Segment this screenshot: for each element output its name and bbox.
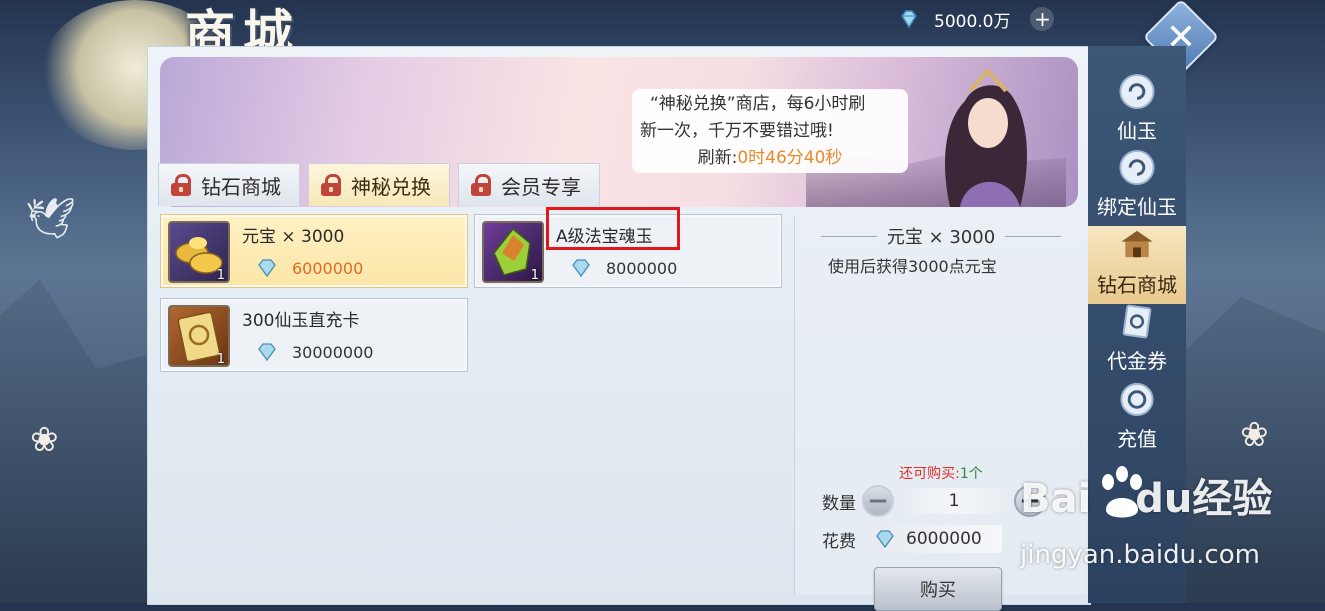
shop-panel: “神秘兑换”商店，每6小时刷 新一次，千万不要错过哦! 刷新:0时46分40秒 …	[147, 46, 1091, 611]
detail-description: 使用后获得3000点元宝	[828, 257, 997, 276]
cost-label: 花费	[822, 531, 856, 552]
item-price-value: 6000000	[292, 258, 364, 278]
shop-item-recharge-card[interactable]: 1 300仙玉直充卡 30000000	[160, 298, 468, 372]
sidebar-item-label: 代金券	[1107, 349, 1167, 373]
npc-portrait	[945, 68, 1027, 207]
diamond-icon	[876, 530, 894, 549]
shop-tabs: 钻石商城 神秘兑换 会员专享	[158, 163, 600, 207]
watermark-url: jingyan.baidu.com	[1020, 540, 1260, 570]
sidebar-item-label: 钻石商城	[1097, 273, 1177, 297]
mountain-left	[0, 279, 160, 603]
quantity-label: 数量	[822, 493, 856, 514]
sidebar-item-label: 仙玉	[1117, 119, 1157, 143]
sidebar-item-recharge[interactable]: 充值	[1088, 380, 1186, 458]
remaining-count: 1个	[959, 466, 983, 482]
jade-swirl-icon	[1119, 73, 1155, 110]
sidebar-item-jade[interactable]: 仙玉	[1088, 72, 1186, 150]
divider	[1005, 235, 1062, 237]
item-price: 6000000	[256, 258, 363, 278]
item-quantity: 1	[216, 268, 225, 283]
item-name: 元宝 × 3000	[242, 227, 345, 247]
tab-vip-exclusive[interactable]: 会员专享	[458, 163, 600, 206]
diamond-icon	[572, 259, 590, 278]
tab-label: 会员专享	[501, 174, 581, 199]
tab-label: 钻石商城	[201, 174, 281, 199]
diamond-icon	[258, 343, 276, 362]
item-name: 300仙玉直充卡	[242, 311, 360, 331]
tab-label: 神秘兑换	[351, 174, 431, 199]
lock-icon	[471, 174, 491, 196]
sidebar-item-voucher[interactable]: 代金券	[1088, 302, 1186, 380]
item-price-value: 8000000	[606, 258, 678, 278]
quantity-stepper: − 1 +	[862, 485, 1046, 517]
lotus-left-decoration: ❀	[30, 420, 59, 460]
refresh-time: 0时46分40秒	[737, 148, 843, 168]
sidebar-item-diamond-shop[interactable]: 钻石商城	[1088, 226, 1186, 304]
sidebar-item-label: 绑定仙玉	[1097, 195, 1177, 219]
recharge-card-icon: 1	[168, 305, 230, 367]
decrease-button[interactable]: −	[862, 485, 894, 517]
add-currency-button[interactable]: +	[1030, 7, 1055, 31]
divider	[820, 235, 877, 237]
item-price: 8000000	[570, 258, 677, 278]
shop-item-gold[interactable]: 1 元宝 × 3000 6000000	[160, 214, 468, 288]
sidebar-item-label: 充值	[1117, 427, 1157, 451]
cost-row: 花费 6000000	[822, 525, 1002, 553]
currency-bar: 5000.0万 +	[898, 5, 1055, 33]
quantity-row: 数量 − 1 +	[822, 485, 1046, 517]
diamond-icon	[901, 10, 917, 29]
tab-diamond-shop[interactable]: 钻石商城	[158, 163, 300, 206]
highlight-box	[546, 207, 680, 250]
sidebar-item-bound-jade[interactable]: 绑定仙玉	[1088, 148, 1186, 226]
cost-value: 6000000	[906, 529, 982, 549]
crane-decoration: 🕊	[25, 196, 76, 242]
recharge-icon	[1120, 382, 1154, 417]
remaining-label: 还可购买:	[899, 466, 960, 482]
item-quantity: 1	[530, 268, 539, 283]
soul-jade-icon: 1	[482, 221, 544, 283]
lock-icon	[321, 174, 341, 196]
voucher-icon	[1122, 304, 1152, 339]
notice-line-1: “神秘兑换”商店，每6小时刷	[650, 94, 866, 114]
diamond-icon	[258, 259, 276, 278]
item-quantity: 1	[216, 352, 225, 367]
cost-box: 6000000	[866, 525, 1002, 553]
item-price: 30000000	[256, 342, 373, 362]
lock-icon	[171, 174, 191, 196]
item-detail-panel: 元宝 × 3000 使用后获得3000点元宝 还可购买:1个 数量 − 1 + …	[794, 215, 1087, 611]
item-price-value: 30000000	[292, 342, 374, 362]
lotus-right-decoration: ❀	[1240, 415, 1269, 455]
detail-title-text: 元宝 × 3000	[886, 227, 996, 248]
gold-ingot-icon: 1	[168, 221, 230, 283]
pavilion-icon	[1121, 230, 1153, 258]
refresh-timer: 刷新:0时46分40秒	[640, 145, 900, 172]
quantity-value[interactable]: 1	[894, 488, 1014, 514]
tab-mystery-exchange[interactable]: 神秘兑换	[308, 163, 450, 206]
buy-button[interactable]: 购买	[874, 567, 1002, 611]
refresh-label: 刷新:	[697, 148, 738, 168]
notice-bubble: “神秘兑换”商店，每6小时刷 新一次，千万不要错过哦! 刷新:0时46分40秒	[632, 89, 908, 173]
notice-line-2: 新一次，千万不要错过哦!	[640, 121, 834, 141]
paw-icon	[1102, 466, 1142, 518]
detail-title: 元宝 × 3000	[795, 223, 1087, 249]
currency-amount: 5000.0万	[934, 11, 1011, 32]
jade-swirl-icon	[1119, 149, 1155, 186]
